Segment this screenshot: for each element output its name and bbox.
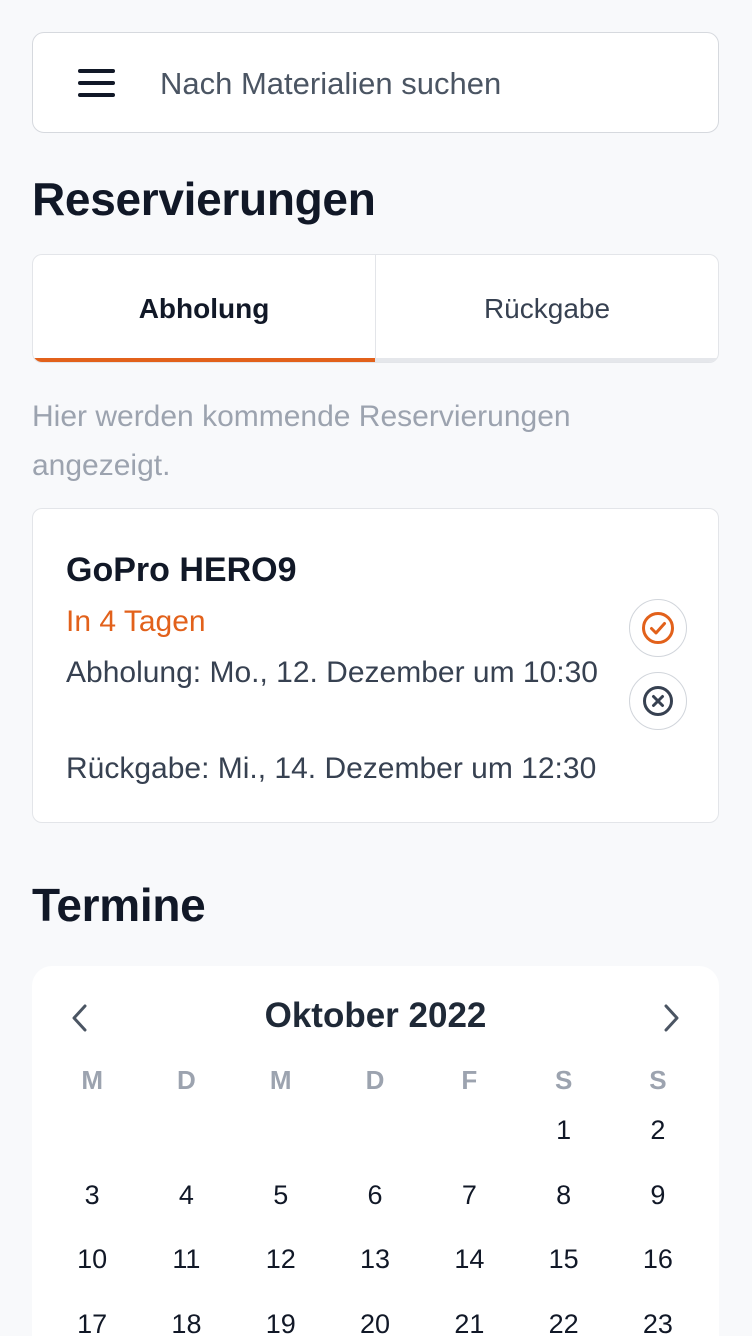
calendar-day[interactable]: 13 xyxy=(328,1227,422,1292)
calendar-grid: M D M D F S S 1 2 3 4 5 6 7 8 9 10 11 12… xyxy=(45,1062,705,1336)
reservation-due-status: In 4 Tagen xyxy=(66,605,206,638)
confirm-reservation-button[interactable] xyxy=(629,599,687,657)
weekday-label: S xyxy=(649,1065,667,1095)
calendar-day[interactable]: 11 xyxy=(139,1227,233,1292)
calendar-day-empty xyxy=(328,1098,422,1163)
calendar-day[interactable]: 14 xyxy=(422,1227,516,1292)
reservations-heading: Reservierungen xyxy=(32,173,376,225)
calendar-day[interactable]: 20 xyxy=(328,1292,422,1336)
weekday-label: F xyxy=(461,1065,478,1095)
calendar-day[interactable]: 21 xyxy=(422,1292,516,1336)
x-circle-icon xyxy=(643,686,673,716)
calendar-day[interactable]: 23 xyxy=(611,1292,705,1336)
calendar-day[interactable]: 8 xyxy=(516,1163,610,1228)
calendar-day[interactable]: 10 xyxy=(45,1227,139,1292)
calendar-day[interactable]: 6 xyxy=(328,1163,422,1228)
calendar-day-empty xyxy=(422,1098,516,1163)
weekday-label: M xyxy=(269,1065,292,1095)
search-input[interactable] xyxy=(160,60,690,108)
calendar-month-title: Oktober 2022 xyxy=(264,996,487,1035)
calendar-day[interactable]: 9 xyxy=(611,1163,705,1228)
next-month-button[interactable] xyxy=(651,998,691,1038)
calendar-day-empty xyxy=(45,1098,139,1163)
calendar-day[interactable]: 12 xyxy=(234,1227,328,1292)
reservation-tabs: Abholung Rückgabe xyxy=(32,254,719,363)
reservations-hint: Hier werden kommende Reservierungen ange… xyxy=(32,400,571,482)
calendar-day[interactable]: 19 xyxy=(234,1292,328,1336)
appointments-heading: Termine xyxy=(32,879,206,931)
weekday-label: D xyxy=(365,1065,385,1095)
weekday-label: S xyxy=(554,1065,573,1095)
calendar-day[interactable]: 17 xyxy=(45,1292,139,1336)
reservation-card: GoPro HERO9 In 4 Tagen Abholung: Mo., 12… xyxy=(32,508,719,823)
chevron-right-icon xyxy=(664,1004,679,1032)
calendar-day[interactable]: 5 xyxy=(234,1163,328,1228)
check-circle-icon xyxy=(642,612,674,644)
calendar-day[interactable]: 3 xyxy=(45,1163,139,1228)
weekday-label: M xyxy=(81,1065,103,1095)
calendar-day-empty xyxy=(139,1098,233,1163)
reservation-item-name: GoPro HERO9 xyxy=(66,551,297,589)
tab-return[interactable]: Rückgabe xyxy=(376,255,718,362)
calendar-day-empty xyxy=(234,1098,328,1163)
calendar: Oktober 2022 M D M D F S S 1 2 3 4 5 6 7… xyxy=(32,966,719,1336)
cancel-reservation-button[interactable] xyxy=(629,672,687,730)
weekday-label: D xyxy=(177,1065,196,1095)
calendar-day[interactable]: 2 xyxy=(611,1098,705,1163)
calendar-day[interactable]: 18 xyxy=(139,1292,233,1336)
calendar-day[interactable]: 16 xyxy=(611,1227,705,1292)
calendar-day[interactable]: 22 xyxy=(516,1292,610,1336)
calendar-day[interactable]: 7 xyxy=(422,1163,516,1228)
calendar-day[interactable]: 15 xyxy=(516,1227,610,1292)
reservation-return-time: Rückgabe: Mi., 14. Dezember um 12:30 xyxy=(66,752,597,785)
hamburger-menu-icon[interactable] xyxy=(78,67,116,99)
reservation-pickup-time: Abholung: Mo., 12. Dezember um 10:30 xyxy=(66,656,598,689)
tab-pickup[interactable]: Abholung xyxy=(33,255,376,362)
calendar-day[interactable]: 1 xyxy=(516,1098,610,1163)
calendar-day[interactable]: 4 xyxy=(139,1163,233,1228)
